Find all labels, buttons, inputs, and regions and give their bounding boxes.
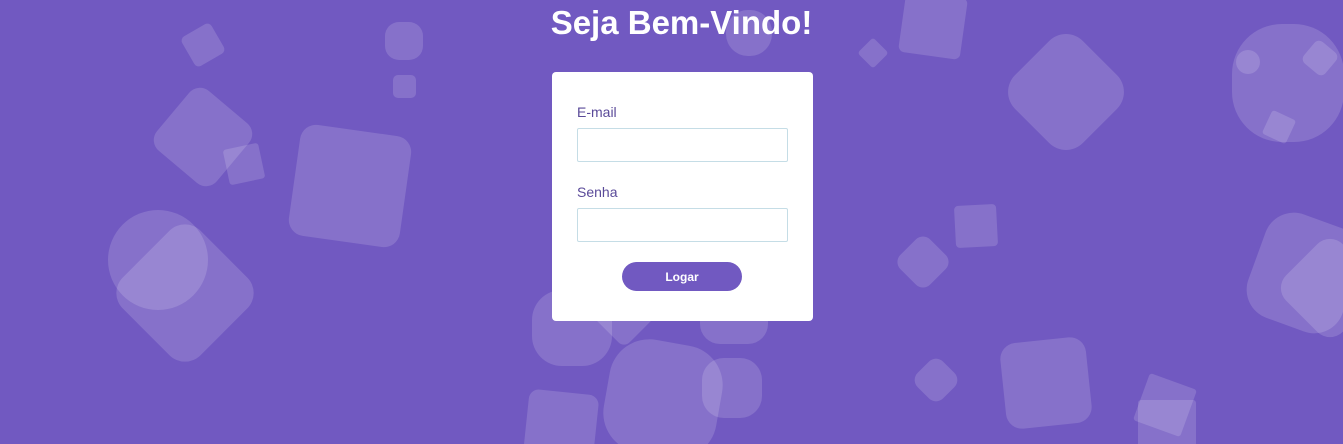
- password-label: Senha: [577, 184, 618, 200]
- bg-shape: [286, 122, 414, 250]
- bg-shape: [910, 354, 962, 406]
- bg-shape: [1236, 50, 1260, 74]
- bg-shape: [1138, 400, 1196, 444]
- login-button[interactable]: Logar: [622, 262, 742, 291]
- bg-shape: [393, 75, 416, 98]
- bg-shape: [998, 24, 1134, 160]
- page-title: Seja Bem-Vindo!: [550, 4, 813, 41]
- bg-shape: [953, 203, 999, 249]
- bg-shape: [522, 388, 600, 444]
- bg-shape: [998, 335, 1094, 431]
- password-field[interactable]: [577, 208, 788, 242]
- bg-shape: [222, 142, 266, 186]
- email-label: E-mail: [577, 104, 617, 120]
- login-card: E-mail Senha Logar: [552, 72, 813, 321]
- email-field[interactable]: [577, 128, 788, 162]
- bg-shape: [857, 37, 889, 69]
- bg-shape: [893, 232, 953, 292]
- bg-shape: [702, 358, 762, 418]
